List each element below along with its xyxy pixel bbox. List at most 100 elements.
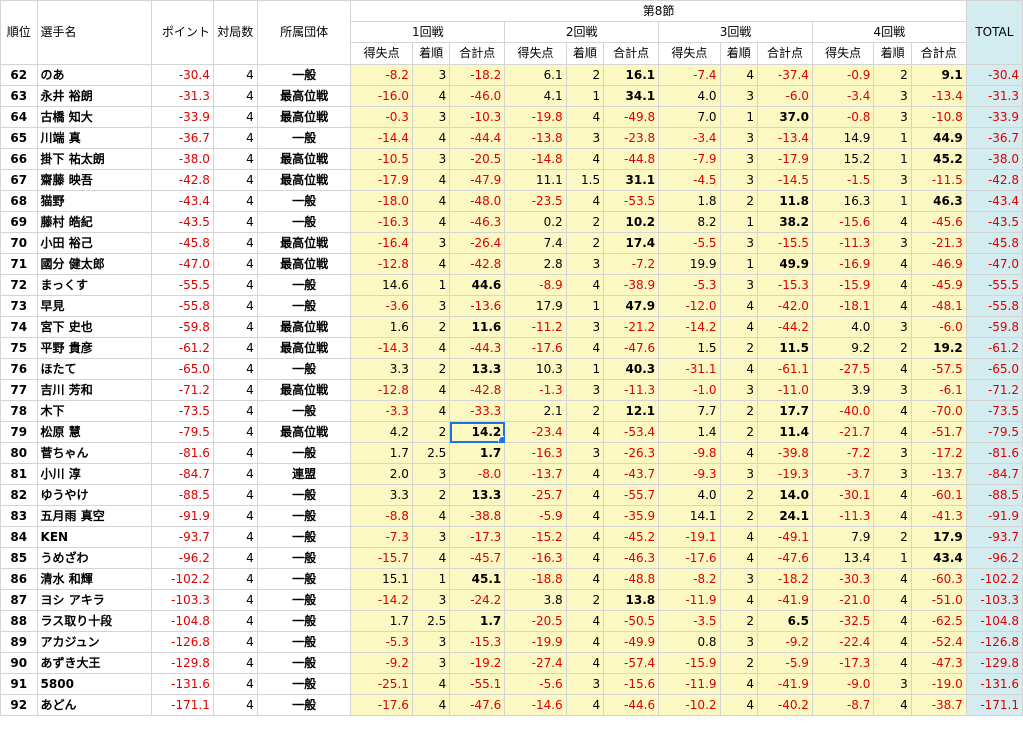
cell-round-total[interactable]: -41.9 bbox=[756, 589, 813, 611]
cell-placement[interactable]: 1.5 bbox=[565, 169, 605, 191]
cell-round-total[interactable]: -52.4 bbox=[910, 631, 967, 653]
cell-games[interactable]: 4 bbox=[212, 85, 258, 107]
cell-rank[interactable]: 81 bbox=[0, 463, 38, 485]
cell-round-total[interactable]: -18.2 bbox=[449, 64, 506, 86]
cell-round-total[interactable]: -15.5 bbox=[756, 232, 813, 254]
header-org[interactable]: 所属団体 bbox=[256, 0, 352, 65]
cell-org[interactable]: 最高位戦 bbox=[256, 337, 352, 359]
cell-points[interactable]: -104.8 bbox=[151, 610, 214, 632]
cell-placement[interactable]: 4 bbox=[719, 295, 758, 317]
cell-placement[interactable]: 4 bbox=[565, 484, 605, 506]
cell-placement[interactable]: 4 bbox=[873, 253, 912, 275]
cell-score[interactable]: 10.3 bbox=[504, 358, 567, 380]
cell-placement[interactable]: 4 bbox=[565, 631, 605, 653]
cell-score[interactable]: -11.3 bbox=[811, 505, 875, 527]
cell-placement[interactable]: 3 bbox=[411, 64, 451, 86]
cell-round-total[interactable]: -45.6 bbox=[910, 211, 967, 233]
cell-score[interactable]: -7.3 bbox=[350, 526, 413, 548]
cell-placement[interactable]: 4 bbox=[719, 589, 758, 611]
cell-org[interactable]: 一般 bbox=[256, 526, 352, 548]
cell-org[interactable]: 一般 bbox=[256, 589, 352, 611]
cell-points[interactable]: -79.5 bbox=[151, 421, 214, 443]
cell-round-total[interactable]: -26.4 bbox=[449, 232, 506, 254]
cell-placement[interactable]: 4 bbox=[411, 400, 451, 422]
cell-total[interactable]: -84.7 bbox=[965, 463, 1023, 485]
cell-placement[interactable]: 2 bbox=[411, 484, 451, 506]
cell-round-total[interactable]: -11.3 bbox=[603, 379, 660, 401]
cell-placement[interactable]: 4 bbox=[873, 295, 912, 317]
cell-round-total[interactable]: -20.5 bbox=[449, 148, 506, 170]
cell-org[interactable]: 一般 bbox=[256, 610, 352, 632]
cell-rank[interactable]: 92 bbox=[0, 694, 38, 716]
header-round-2-sub-1[interactable]: 得失点 bbox=[504, 42, 567, 65]
cell-round-total[interactable]: -44.3 bbox=[449, 337, 506, 359]
cell-score[interactable]: -3.5 bbox=[658, 610, 721, 632]
cell-score[interactable]: -14.2 bbox=[658, 316, 721, 338]
cell-score[interactable]: -7.9 bbox=[658, 148, 721, 170]
cell-placement[interactable]: 2 bbox=[565, 211, 605, 233]
cell-round-total[interactable]: -41.9 bbox=[756, 673, 813, 695]
cell-games[interactable]: 4 bbox=[212, 127, 258, 149]
cell-score[interactable]: 9.2 bbox=[811, 337, 875, 359]
cell-round-total[interactable]: -10.3 bbox=[449, 106, 506, 128]
cell-org[interactable]: 一般 bbox=[256, 295, 352, 317]
cell-round-total[interactable]: -19.2 bbox=[449, 652, 506, 674]
cell-score[interactable]: -30.1 bbox=[811, 484, 875, 506]
cell-placement[interactable]: 4 bbox=[565, 190, 605, 212]
cell-points[interactable]: -91.9 bbox=[151, 505, 214, 527]
header-round-3-sub-1[interactable]: 得失点 bbox=[658, 42, 721, 65]
cell-placement[interactable]: 3 bbox=[873, 379, 912, 401]
cell-placement[interactable]: 2 bbox=[565, 400, 605, 422]
cell-points[interactable]: -71.2 bbox=[151, 379, 214, 401]
cell-round-total[interactable]: -62.5 bbox=[910, 610, 967, 632]
cell-games[interactable]: 4 bbox=[212, 295, 258, 317]
cell-games[interactable]: 4 bbox=[212, 316, 258, 338]
cell-org[interactable]: 最高位戦 bbox=[256, 169, 352, 191]
cell-games[interactable]: 4 bbox=[212, 463, 258, 485]
cell-score[interactable]: -31.1 bbox=[658, 358, 721, 380]
cell-round-total[interactable]: -47.6 bbox=[756, 547, 813, 569]
cell-score[interactable]: -3.7 bbox=[811, 463, 875, 485]
cell-rank[interactable]: 76 bbox=[0, 358, 38, 380]
fill-handle[interactable] bbox=[498, 436, 504, 442]
cell-score[interactable]: 16.3 bbox=[811, 190, 875, 212]
cell-points[interactable]: -55.8 bbox=[151, 295, 214, 317]
cell-placement[interactable]: 4 bbox=[873, 631, 912, 653]
cell-score[interactable]: 1.7 bbox=[350, 610, 413, 632]
cell-games[interactable]: 4 bbox=[212, 253, 258, 275]
cell-games[interactable]: 4 bbox=[212, 358, 258, 380]
cell-placement[interactable]: 4 bbox=[565, 652, 605, 674]
cell-placement[interactable]: 4 bbox=[565, 421, 605, 443]
cell-placement[interactable]: 3 bbox=[411, 631, 451, 653]
cell-round-total[interactable]: -57.5 bbox=[910, 358, 967, 380]
cell-placement[interactable]: 1 bbox=[719, 211, 758, 233]
cell-placement[interactable]: 3 bbox=[411, 463, 451, 485]
header-round-1-sub-1[interactable]: 得失点 bbox=[350, 42, 413, 65]
cell-points[interactable]: -43.5 bbox=[151, 211, 214, 233]
cell-round-total[interactable]: 49.9 bbox=[756, 253, 813, 275]
cell-placement[interactable]: 4 bbox=[411, 673, 451, 695]
cell-score[interactable]: -11.9 bbox=[658, 589, 721, 611]
cell-score[interactable]: 17.9 bbox=[504, 295, 567, 317]
cell-score[interactable]: 1.7 bbox=[350, 442, 413, 464]
cell-round-total[interactable]: -43.7 bbox=[603, 463, 660, 485]
cell-round-total[interactable]: -46.3 bbox=[603, 547, 660, 569]
cell-score[interactable]: 15.1 bbox=[350, 568, 413, 590]
cell-placement[interactable]: 2 bbox=[719, 484, 758, 506]
cell-games[interactable]: 4 bbox=[212, 421, 258, 443]
cell-score[interactable]: -3.4 bbox=[811, 85, 875, 107]
cell-round-total[interactable]: -14.5 bbox=[756, 169, 813, 191]
cell-score[interactable]: -9.0 bbox=[811, 673, 875, 695]
cell-score[interactable]: 15.2 bbox=[811, 148, 875, 170]
cell-score[interactable]: -30.3 bbox=[811, 568, 875, 590]
cell-round-total[interactable]: -8.0 bbox=[449, 463, 506, 485]
cell-points[interactable]: -31.3 bbox=[151, 85, 214, 107]
cell-rank[interactable]: 67 bbox=[0, 169, 38, 191]
cell-round-total[interactable]: -13.7 bbox=[910, 463, 967, 485]
cell-org[interactable]: 最高位戦 bbox=[256, 148, 352, 170]
cell-score[interactable]: -27.4 bbox=[504, 652, 567, 674]
cell-round-total[interactable]: 16.1 bbox=[603, 64, 660, 86]
cell-games[interactable]: 4 bbox=[212, 190, 258, 212]
cell-org[interactable]: 一般 bbox=[256, 211, 352, 233]
cell-round-total[interactable]: -47.6 bbox=[449, 694, 506, 716]
